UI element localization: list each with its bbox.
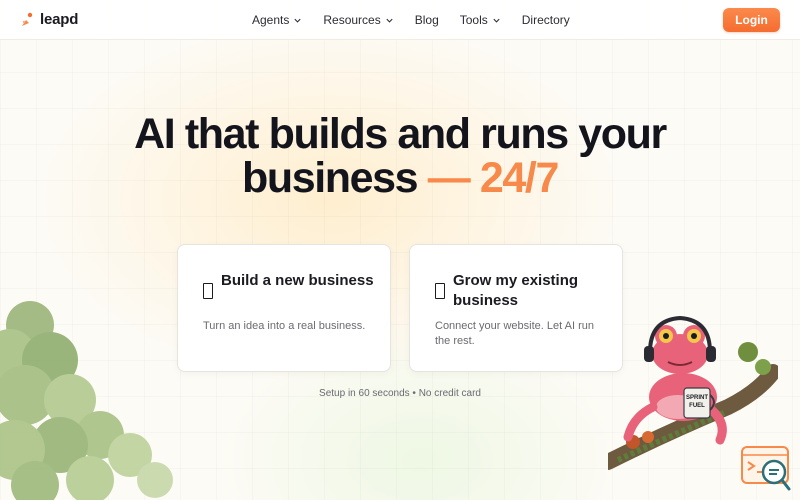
mug-label: SPRINT FUEL xyxy=(686,395,708,409)
nav-item-label: Agents xyxy=(252,13,290,27)
leapd-logo-icon xyxy=(22,12,33,26)
top-navbar: leapd Agents Resources Blog Tools Direct… xyxy=(0,0,800,40)
card-title: Grow my existing business xyxy=(453,272,579,309)
login-button[interactable]: Login xyxy=(723,8,780,32)
hero-title: AI that builds and runs your business — … xyxy=(0,112,800,200)
chevron-down-icon xyxy=(386,18,393,23)
mug-text-line1: SPRINT xyxy=(686,395,708,401)
chevron-down-icon xyxy=(493,18,500,23)
hero-title-accent: — 24/7 xyxy=(417,154,560,202)
nav-item-label: Blog xyxy=(414,13,439,27)
nav-item-label: Directory xyxy=(521,13,570,27)
mug-text-line2: FUEL xyxy=(689,403,705,409)
nav-item-directory[interactable]: Directory xyxy=(522,13,570,27)
chevron-down-icon xyxy=(294,18,301,23)
nav-item-tools[interactable]: Tools xyxy=(460,13,501,27)
missing-glyph-icon xyxy=(203,283,213,299)
hero-title-line2: business xyxy=(241,154,419,202)
nav-item-agents[interactable]: Agents xyxy=(252,13,302,27)
brand-name: leapd xyxy=(40,11,79,28)
search-chat-widget[interactable] xyxy=(741,446,791,492)
nav-item-blog[interactable]: Blog xyxy=(415,13,439,27)
grow-existing-business-card[interactable]: Grow my existing business Connect your w… xyxy=(409,244,623,372)
nav-item-label: Resources xyxy=(323,13,381,27)
nav-item-resources[interactable]: Resources xyxy=(323,13,393,27)
brand-logo[interactable]: leapd xyxy=(20,11,78,28)
hero-title-line1: AI that builds and runs your xyxy=(134,110,667,158)
card-description: Turn an idea into a real business. xyxy=(203,320,366,332)
nav-item-label: Tools xyxy=(459,13,488,27)
card-title: Build a new business xyxy=(221,272,374,289)
tree-illustration xyxy=(0,301,173,500)
main-nav: Agents Resources Blog Tools Directory xyxy=(252,13,591,27)
card-description: Connect your website. Let AI run the res… xyxy=(435,320,594,347)
build-new-business-card[interactable]: Build a new business Turn an idea into a… xyxy=(177,244,391,372)
missing-glyph-icon xyxy=(435,283,445,299)
